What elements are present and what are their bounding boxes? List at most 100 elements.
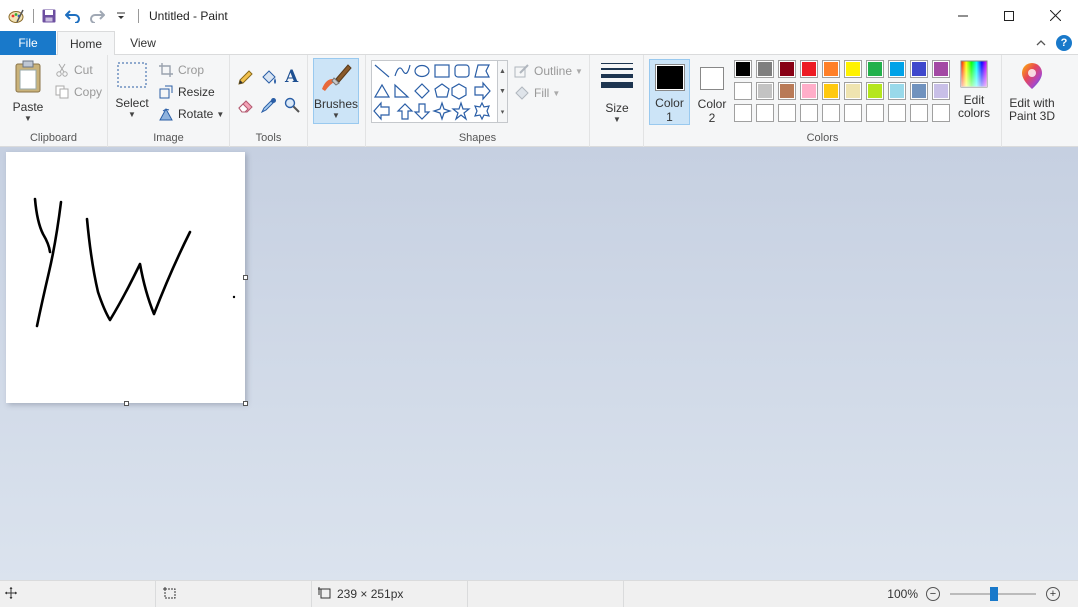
zoom-slider-thumb[interactable] bbox=[990, 587, 998, 601]
zoom-out-button[interactable]: − bbox=[926, 587, 940, 601]
palette-custom-slot[interactable] bbox=[844, 104, 862, 122]
fill-label: Fill bbox=[534, 86, 550, 100]
palette-swatch[interactable] bbox=[800, 60, 818, 78]
palette-swatch[interactable] bbox=[822, 82, 840, 100]
palette-custom-slot[interactable] bbox=[910, 104, 928, 122]
text-tool-icon[interactable]: A bbox=[285, 67, 298, 87]
paste-button[interactable]: Paste ▼ bbox=[8, 60, 48, 123]
size-group: Size ▼ bbox=[590, 55, 644, 147]
minimize-button[interactable] bbox=[940, 0, 986, 31]
image-size-icon bbox=[318, 586, 332, 602]
file-size bbox=[468, 581, 624, 607]
magnifier-icon[interactable] bbox=[284, 97, 300, 116]
brushes-label: Brushes bbox=[313, 97, 359, 111]
palette-swatch[interactable] bbox=[756, 82, 774, 100]
shapes-scrollbar[interactable]: ▲ ▼ ▾ bbox=[497, 60, 508, 123]
tab-file[interactable]: File bbox=[0, 31, 56, 55]
palette-custom-slot[interactable] bbox=[778, 104, 796, 122]
paint-app-icon[interactable] bbox=[7, 7, 25, 25]
customize-toolbar-icon[interactable] bbox=[112, 7, 130, 25]
color1-button[interactable]: Color 1 bbox=[649, 59, 690, 125]
crop-button[interactable]: Crop bbox=[158, 62, 204, 78]
resize-handle-bottom[interactable] bbox=[124, 401, 129, 406]
palette-swatch[interactable] bbox=[910, 82, 928, 100]
palette-swatch[interactable] bbox=[844, 60, 862, 78]
palette-swatch[interactable] bbox=[888, 82, 906, 100]
palette-swatch[interactable] bbox=[778, 82, 796, 100]
redo-icon[interactable] bbox=[88, 7, 106, 25]
shapes-gallery-icons[interactable] bbox=[372, 61, 506, 122]
resize-button[interactable]: Resize bbox=[158, 84, 215, 100]
expand-gallery-icon[interactable]: ▾ bbox=[501, 108, 505, 116]
select-button[interactable]: Select ▼ bbox=[114, 61, 150, 119]
chevron-down-icon: ▼ bbox=[216, 109, 225, 119]
copy-button[interactable]: Copy bbox=[54, 84, 102, 100]
clipboard-group-label: Clipboard bbox=[29, 132, 78, 144]
color2-number: 2 bbox=[708, 111, 716, 125]
palette-custom-slot[interactable] bbox=[888, 104, 906, 122]
image-group-label: Image bbox=[153, 132, 184, 144]
tab-home[interactable]: Home bbox=[57, 31, 115, 56]
palette-swatch[interactable] bbox=[910, 60, 928, 78]
undo-icon[interactable] bbox=[64, 7, 82, 25]
palette-custom-slot[interactable] bbox=[734, 104, 752, 122]
palette-custom-slot[interactable] bbox=[822, 104, 840, 122]
palette-swatch[interactable] bbox=[888, 60, 906, 78]
tab-view[interactable]: View bbox=[115, 31, 171, 55]
edit-with-paint3d-button[interactable]: Edit with Paint 3D bbox=[1004, 61, 1060, 123]
maximize-button[interactable] bbox=[986, 0, 1032, 31]
palette-swatch[interactable] bbox=[734, 82, 752, 100]
palette-swatch[interactable] bbox=[866, 60, 884, 78]
zoom-in-button[interactable]: + bbox=[1046, 587, 1060, 601]
resize-handle-corner[interactable] bbox=[243, 401, 248, 406]
close-button[interactable] bbox=[1032, 0, 1078, 31]
chevron-down-icon: ▼ bbox=[24, 114, 32, 123]
crop-icon bbox=[158, 62, 174, 78]
window-controls bbox=[940, 0, 1078, 31]
cut-button[interactable]: Cut bbox=[54, 62, 93, 78]
cut-label: Cut bbox=[74, 63, 93, 77]
palette-swatch[interactable] bbox=[734, 60, 752, 78]
rotate-label: Rotate bbox=[178, 107, 214, 121]
resize-label: Resize bbox=[178, 85, 215, 99]
palette-custom-slot[interactable] bbox=[866, 104, 884, 122]
rotate-icon bbox=[158, 106, 174, 122]
palette-custom-slot[interactable] bbox=[932, 104, 950, 122]
size-button[interactable]: Size ▼ bbox=[598, 62, 636, 124]
palette-custom-slot[interactable] bbox=[800, 104, 818, 122]
scroll-down-icon[interactable]: ▼ bbox=[499, 88, 506, 95]
palette-swatch[interactable] bbox=[756, 60, 774, 78]
fill-bucket-icon[interactable] bbox=[260, 69, 278, 90]
window-title: Untitled - Paint bbox=[149, 8, 228, 23]
rotate-button[interactable]: Rotate ▼ bbox=[158, 106, 224, 122]
separator bbox=[33, 8, 34, 23]
color-picker-icon[interactable] bbox=[260, 97, 277, 116]
shapes-group-label: Shapes bbox=[458, 132, 497, 144]
save-icon[interactable] bbox=[40, 7, 58, 25]
pencil-icon[interactable] bbox=[237, 70, 253, 89]
eraser-icon[interactable] bbox=[237, 97, 255, 116]
drawing-canvas[interactable] bbox=[6, 152, 248, 406]
palette-swatch[interactable] bbox=[932, 82, 950, 100]
palette-swatch[interactable] bbox=[778, 60, 796, 78]
color-spectrum-icon bbox=[960, 60, 988, 91]
palette-swatch[interactable] bbox=[932, 60, 950, 78]
palette-swatch[interactable] bbox=[800, 82, 818, 100]
scroll-up-icon[interactable]: ▲ bbox=[499, 68, 506, 75]
help-icon[interactable]: ? bbox=[1056, 35, 1072, 51]
palette-swatch[interactable] bbox=[844, 82, 862, 100]
edit-colors-button[interactable]: Edit colors bbox=[956, 60, 992, 120]
fill-button[interactable]: Fill ▼ bbox=[514, 85, 560, 101]
palette-custom-slot[interactable] bbox=[756, 104, 774, 122]
color1-number: 1 bbox=[666, 110, 673, 124]
brushes-button[interactable]: Brushes ▼ bbox=[313, 58, 359, 124]
outline-button[interactable]: Outline ▼ bbox=[514, 63, 583, 79]
chevron-down-icon: ▼ bbox=[332, 111, 340, 120]
fill-icon bbox=[514, 85, 530, 101]
resize-handle-right[interactable] bbox=[243, 275, 248, 280]
zoom-slider[interactable] bbox=[950, 587, 1036, 601]
palette-swatch[interactable] bbox=[822, 60, 840, 78]
color2-button[interactable]: Color 2 bbox=[693, 59, 731, 125]
palette-swatch[interactable] bbox=[866, 82, 884, 100]
collapse-ribbon-icon[interactable] bbox=[1036, 36, 1046, 50]
